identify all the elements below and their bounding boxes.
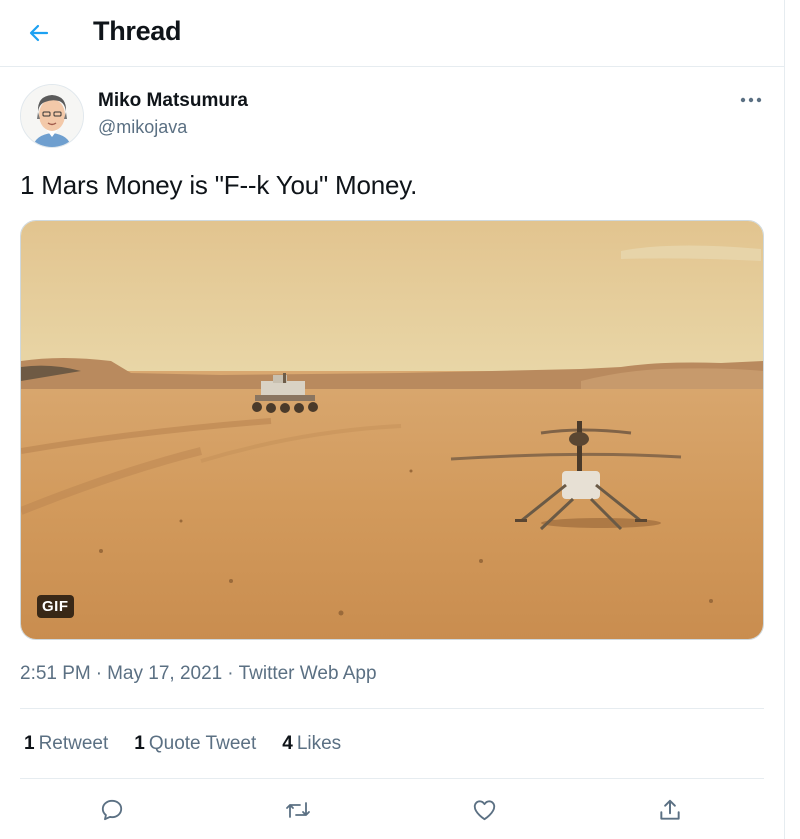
tweet-date[interactable]: May 17, 2021: [107, 663, 222, 684]
gif-badge: GIF: [37, 595, 74, 618]
tweet-meta: 2:51 PM · May 17, 2021 · Twitter Web App: [20, 663, 377, 685]
tweet-source[interactable]: Twitter Web App: [239, 663, 377, 684]
stat-count: 4: [282, 733, 293, 754]
stat-count: 1: [134, 733, 145, 754]
more-button[interactable]: [734, 86, 768, 114]
arrow-left-icon: [29, 24, 49, 42]
meta-separator: ·: [95, 663, 103, 684]
tweet-text: 1 Mars Money is "F--k You" Money.: [20, 170, 418, 200]
reply-button[interactable]: [92, 790, 132, 830]
divider: [20, 778, 764, 779]
avatar[interactable]: [20, 84, 84, 148]
retweet-icon: [286, 802, 310, 818]
stat-label: Likes: [296, 733, 342, 754]
stat-label: Quote Tweet: [148, 733, 257, 754]
share-button[interactable]: [650, 790, 690, 830]
likes-count-link[interactable]: 4 Likes: [282, 733, 341, 755]
thread-header: Thread: [0, 0, 784, 67]
stat-count: 1: [24, 733, 35, 754]
divider: [20, 708, 764, 709]
retweet-button[interactable]: [278, 790, 318, 830]
share-icon: [660, 799, 680, 820]
retweet-count-link[interactable]: 1 Retweet: [24, 733, 108, 755]
tweet-actions: [0, 790, 784, 832]
author-name[interactable]: Miko Matsumura: [98, 90, 248, 112]
stat-label: Retweet: [38, 733, 109, 754]
heart-icon: [473, 800, 495, 821]
page-title: Thread: [93, 16, 182, 46]
quote-tweet-count-link[interactable]: 1 Quote Tweet: [134, 733, 256, 755]
author-handle[interactable]: @mikojava: [98, 117, 187, 138]
tweet-media-gif[interactable]: GIF: [20, 220, 764, 640]
meta-separator: ·: [227, 663, 234, 684]
more-horizontal-icon: [740, 97, 762, 103]
reply-icon: [101, 799, 123, 821]
tweet-time[interactable]: 2:51 PM: [20, 663, 91, 684]
back-button[interactable]: [20, 14, 58, 52]
like-button[interactable]: [464, 790, 504, 830]
mars-helicopter-image: [21, 221, 763, 639]
tweet-stats: 1 Retweet 1 Quote Tweet 4 Likes: [24, 733, 367, 755]
thread-column: Thread Miko Matsumura @mikojava 1 Mars M…: [0, 0, 785, 839]
